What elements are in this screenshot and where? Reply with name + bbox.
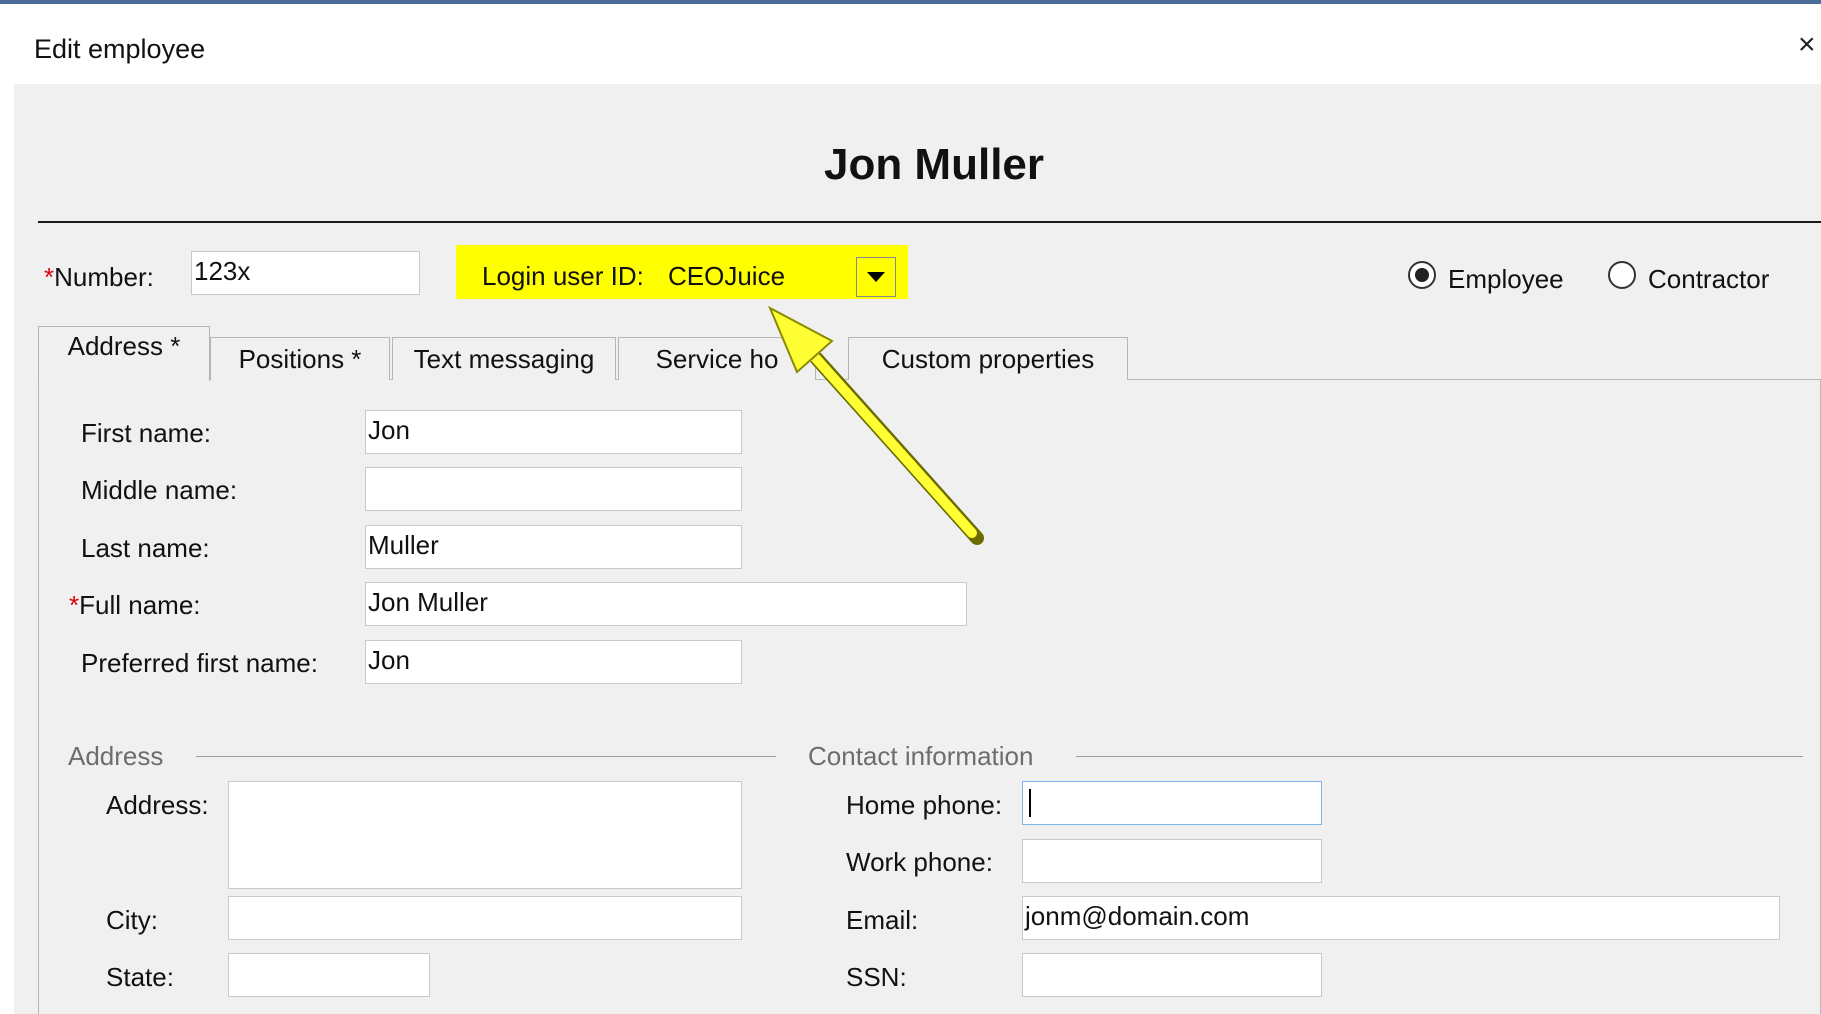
last-name-field[interactable]: Muller <box>365 525 742 569</box>
state-field[interactable] <box>228 953 430 997</box>
contractor-radio-label[interactable]: Contractor <box>1648 264 1769 295</box>
tab-address[interactable]: Address * <box>38 326 210 381</box>
address-textarea[interactable] <box>228 781 742 889</box>
title-bar: Edit employee × <box>0 4 1821 84</box>
preferred-first-name-field[interactable]: Jon <box>365 640 742 684</box>
tab-service-hours[interactable]: Service ho <box>618 337 816 380</box>
first-name-field[interactable]: Jon <box>365 410 742 454</box>
city-label: City: <box>106 905 158 935</box>
edit-employee-dialog: Jon Muller *Number: 123x Login user ID: … <box>14 84 1821 1014</box>
heading-divider <box>38 221 1821 223</box>
middle-name-field[interactable] <box>365 467 742 511</box>
state-label: State: <box>106 962 174 992</box>
text-caret <box>1029 789 1031 818</box>
chevron-down-icon <box>867 272 885 282</box>
full-name-label: *Full name: <box>69 590 201 620</box>
login-user-id-label: Login user ID: <box>482 261 644 291</box>
tab-text-messaging[interactable]: Text messaging <box>392 337 616 380</box>
home-phone-label: Home phone: <box>846 790 1003 820</box>
middle-name-label: Middle name: <box>81 475 238 505</box>
address-group-title: Address <box>62 741 170 772</box>
tab-positions[interactable]: Positions * <box>210 337 390 380</box>
required-marker: * <box>44 262 55 292</box>
email-field[interactable]: jonm@domain.com <box>1022 896 1780 940</box>
number-label: *Number: <box>44 262 154 292</box>
tab-custom-properties[interactable]: Custom properties <box>848 337 1128 380</box>
employee-radio[interactable] <box>1408 261 1436 289</box>
first-name-label: First name: <box>81 418 212 448</box>
ssn-field[interactable] <box>1022 953 1322 997</box>
required-marker: * <box>69 590 80 620</box>
work-phone-field[interactable] <box>1022 839 1322 883</box>
address-label: Address: <box>106 790 209 820</box>
login-dropdown-button[interactable] <box>856 257 896 297</box>
work-phone-label: Work phone: <box>846 847 993 877</box>
close-icon[interactable]: × <box>1798 30 1816 60</box>
ssn-label: SSN: <box>846 962 907 992</box>
tab-panel-left-border <box>38 379 39 1014</box>
login-user-id-combo[interactable]: CEOJuice <box>668 257 856 297</box>
number-input[interactable]: 123x <box>191 251 420 295</box>
employee-radio-label[interactable]: Employee <box>1448 264 1564 295</box>
contact-group-title: Contact information <box>802 741 1040 772</box>
preferred-first-name-label: Preferred first name: <box>81 648 318 678</box>
last-name-label: Last name: <box>81 533 210 563</box>
city-field[interactable] <box>228 896 742 940</box>
email-label: Email: <box>846 905 919 935</box>
full-name-field[interactable]: Jon Muller <box>365 582 967 626</box>
contact-group-rule <box>1076 756 1803 757</box>
employee-name-heading: Jon Muller <box>823 140 1045 189</box>
home-phone-field[interactable] <box>1022 781 1322 825</box>
contractor-radio[interactable] <box>1608 261 1636 289</box>
window-title: Edit employee <box>34 34 206 64</box>
address-group-rule <box>196 756 776 757</box>
